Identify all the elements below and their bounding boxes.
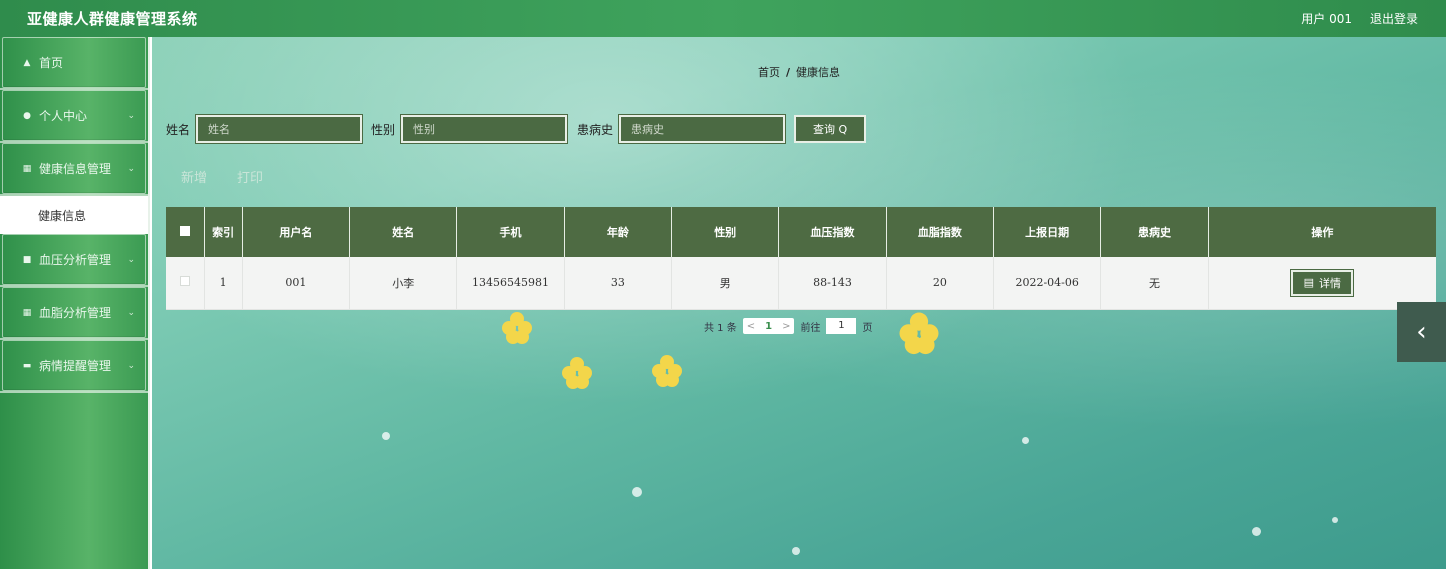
column-header: 用户名 bbox=[242, 207, 351, 257]
cell-phone: 13456545981 bbox=[456, 257, 565, 310]
flower-decoration bbox=[652, 355, 682, 387]
goto-page-input[interactable]: 1 bbox=[826, 318, 857, 334]
breadcrumb-home[interactable]: 首页 bbox=[758, 66, 780, 79]
goto-label: 前往 bbox=[800, 322, 821, 334]
column-header: 索引 bbox=[204, 207, 243, 257]
sidebar-subitem-health-info[interactable]: 健康信息 bbox=[0, 196, 148, 234]
sidebar-item-health-info-management[interactable]: ▦ 健康信息管理 ⌄ bbox=[2, 143, 146, 194]
cell-medical-history: 无 bbox=[1100, 257, 1209, 310]
print-button[interactable]: 打印 bbox=[237, 167, 263, 186]
logout-button[interactable]: 退出登录 bbox=[1370, 10, 1418, 27]
pagination: 共 1 条 < 1 > 前往 1 页 bbox=[704, 318, 872, 334]
name-label: 姓名 bbox=[166, 122, 191, 137]
column-header: 血压指数 bbox=[778, 207, 887, 257]
search-form: 姓名 姓名 性别 性别 患病史 患病史 查询 Q bbox=[166, 114, 867, 144]
cell-age: 33 bbox=[564, 257, 673, 310]
app-title: 亚健康人群健康管理系统 bbox=[27, 10, 198, 28]
clipboard-icon: ■ bbox=[22, 254, 32, 265]
gender-input[interactable]: 性别 bbox=[400, 114, 569, 144]
breadcrumb-separator: / bbox=[785, 66, 791, 79]
sidebar-item-label: 病情提醒管理 bbox=[39, 359, 112, 373]
flower-decoration bbox=[899, 312, 939, 355]
flower-decoration bbox=[502, 312, 532, 344]
row-checkbox[interactable] bbox=[166, 257, 205, 310]
detail-button[interactable]: ▤ 详情 bbox=[1290, 268, 1355, 297]
column-header: 姓名 bbox=[349, 207, 458, 257]
grid-icon: ▦ bbox=[22, 307, 32, 318]
cell-blood-lipid: 20 bbox=[886, 257, 995, 310]
gender-label: 性别 bbox=[371, 122, 396, 137]
name-input[interactable]: 姓名 bbox=[195, 114, 364, 144]
toolbar: 新增 打印 bbox=[181, 167, 263, 186]
breadcrumb-current: 健康信息 bbox=[796, 66, 841, 79]
health-info-table: 索引 用户名 姓名 手机 年龄 性别 血压指数 血脂指数 上报日期 患病史 操作… bbox=[166, 207, 1436, 310]
cell-name: 小李 bbox=[349, 257, 458, 310]
medical-history-label: 患病史 bbox=[577, 122, 614, 137]
header-user-area: 用户 001 退出登录 bbox=[1301, 10, 1418, 27]
prev-page-button[interactable]: < bbox=[747, 321, 755, 332]
cell-gender: 男 bbox=[671, 257, 780, 310]
collapse-panel-button[interactable]: ‹ bbox=[1397, 302, 1446, 362]
chevron-left-icon: ‹ bbox=[1416, 317, 1427, 347]
top-header: 亚健康人群健康管理系统 用户 001 退出登录 bbox=[0, 0, 1446, 37]
detail-button-label: 详情 bbox=[1319, 276, 1342, 290]
pagination-pages: < 1 > bbox=[742, 318, 795, 334]
select-all-checkbox[interactable] bbox=[166, 207, 205, 257]
cell-blood-pressure: 88-143 bbox=[778, 257, 887, 310]
column-header: 操作 bbox=[1208, 207, 1436, 257]
column-header: 血脂指数 bbox=[886, 207, 995, 257]
message-icon: ▬ bbox=[22, 360, 32, 371]
main-content: 首页 / 健康信息 姓名 姓名 性别 性别 患病史 患病史 查询 Q 新增 打印 索… bbox=[152, 37, 1446, 569]
column-header: 年龄 bbox=[564, 207, 673, 257]
chevron-down-icon: ⌄ bbox=[127, 307, 135, 318]
medical-history-input[interactable]: 患病史 bbox=[618, 114, 787, 144]
sidebar-item-label: 健康信息管理 bbox=[39, 162, 112, 176]
flower-decoration bbox=[562, 357, 592, 389]
grid-icon: ▦ bbox=[22, 163, 32, 174]
sidebar-item-personal-center[interactable]: ● 个人中心 ⌄ bbox=[2, 90, 146, 141]
column-header: 手机 bbox=[456, 207, 565, 257]
user-icon: ● bbox=[23, 110, 31, 121]
sidebar-item-label: 首页 bbox=[39, 56, 64, 70]
column-header: 上报日期 bbox=[993, 207, 1102, 257]
breadcrumb: 首页 / 健康信息 bbox=[152, 64, 1446, 80]
chevron-down-icon: ⌄ bbox=[127, 163, 135, 174]
pagination-total: 共 1 条 bbox=[704, 322, 737, 334]
sidebar-item-bp-analysis[interactable]: ■ 血压分析管理 ⌄ bbox=[2, 234, 146, 285]
chevron-down-icon: ⌄ bbox=[127, 360, 135, 371]
next-page-button[interactable]: > bbox=[782, 321, 790, 332]
cell-report-date: 2022-04-06 bbox=[993, 257, 1102, 310]
sidebar-item-label: 血压分析管理 bbox=[39, 253, 112, 267]
table-row: 1 001 小李 13456545981 33 男 88-143 20 2022… bbox=[166, 257, 1436, 310]
page-unit-label: 页 bbox=[862, 322, 873, 334]
column-header: 患病史 bbox=[1100, 207, 1209, 257]
sidebar-item-home[interactable]: ▲ 首页 bbox=[2, 37, 146, 88]
table-header-row: 索引 用户名 姓名 手机 年龄 性别 血压指数 血脂指数 上报日期 患病史 操作 bbox=[166, 207, 1436, 257]
sidebar-item-condition-reminder[interactable]: ▬ 病情提醒管理 ⌄ bbox=[2, 340, 146, 391]
add-button[interactable]: 新增 bbox=[181, 167, 207, 186]
sidebar-item-label: 个人中心 bbox=[39, 109, 88, 123]
current-user-label[interactable]: 用户 001 bbox=[1301, 10, 1352, 27]
sidebar: ▲ 首页 ● 个人中心 ⌄ ▦ 健康信息管理 ⌄ 健康信息 ■ 血压分析管理 ⌄ ▦ 血脂… bbox=[0, 37, 150, 569]
column-header: 性别 bbox=[671, 207, 780, 257]
search-button[interactable]: 查询 Q bbox=[794, 115, 867, 143]
chevron-down-icon: ⌄ bbox=[127, 254, 135, 265]
document-icon: ▤ bbox=[1303, 276, 1315, 290]
sidebar-item-lipid-analysis[interactable]: ▦ 血脂分析管理 ⌄ bbox=[2, 287, 146, 338]
chevron-down-icon: ⌄ bbox=[127, 110, 135, 121]
sidebar-item-label: 血脂分析管理 bbox=[39, 306, 112, 320]
page-number[interactable]: 1 bbox=[765, 321, 772, 332]
cell-index: 1 bbox=[204, 257, 243, 310]
home-icon: ▲ bbox=[23, 57, 31, 68]
cell-username: 001 bbox=[242, 257, 351, 310]
